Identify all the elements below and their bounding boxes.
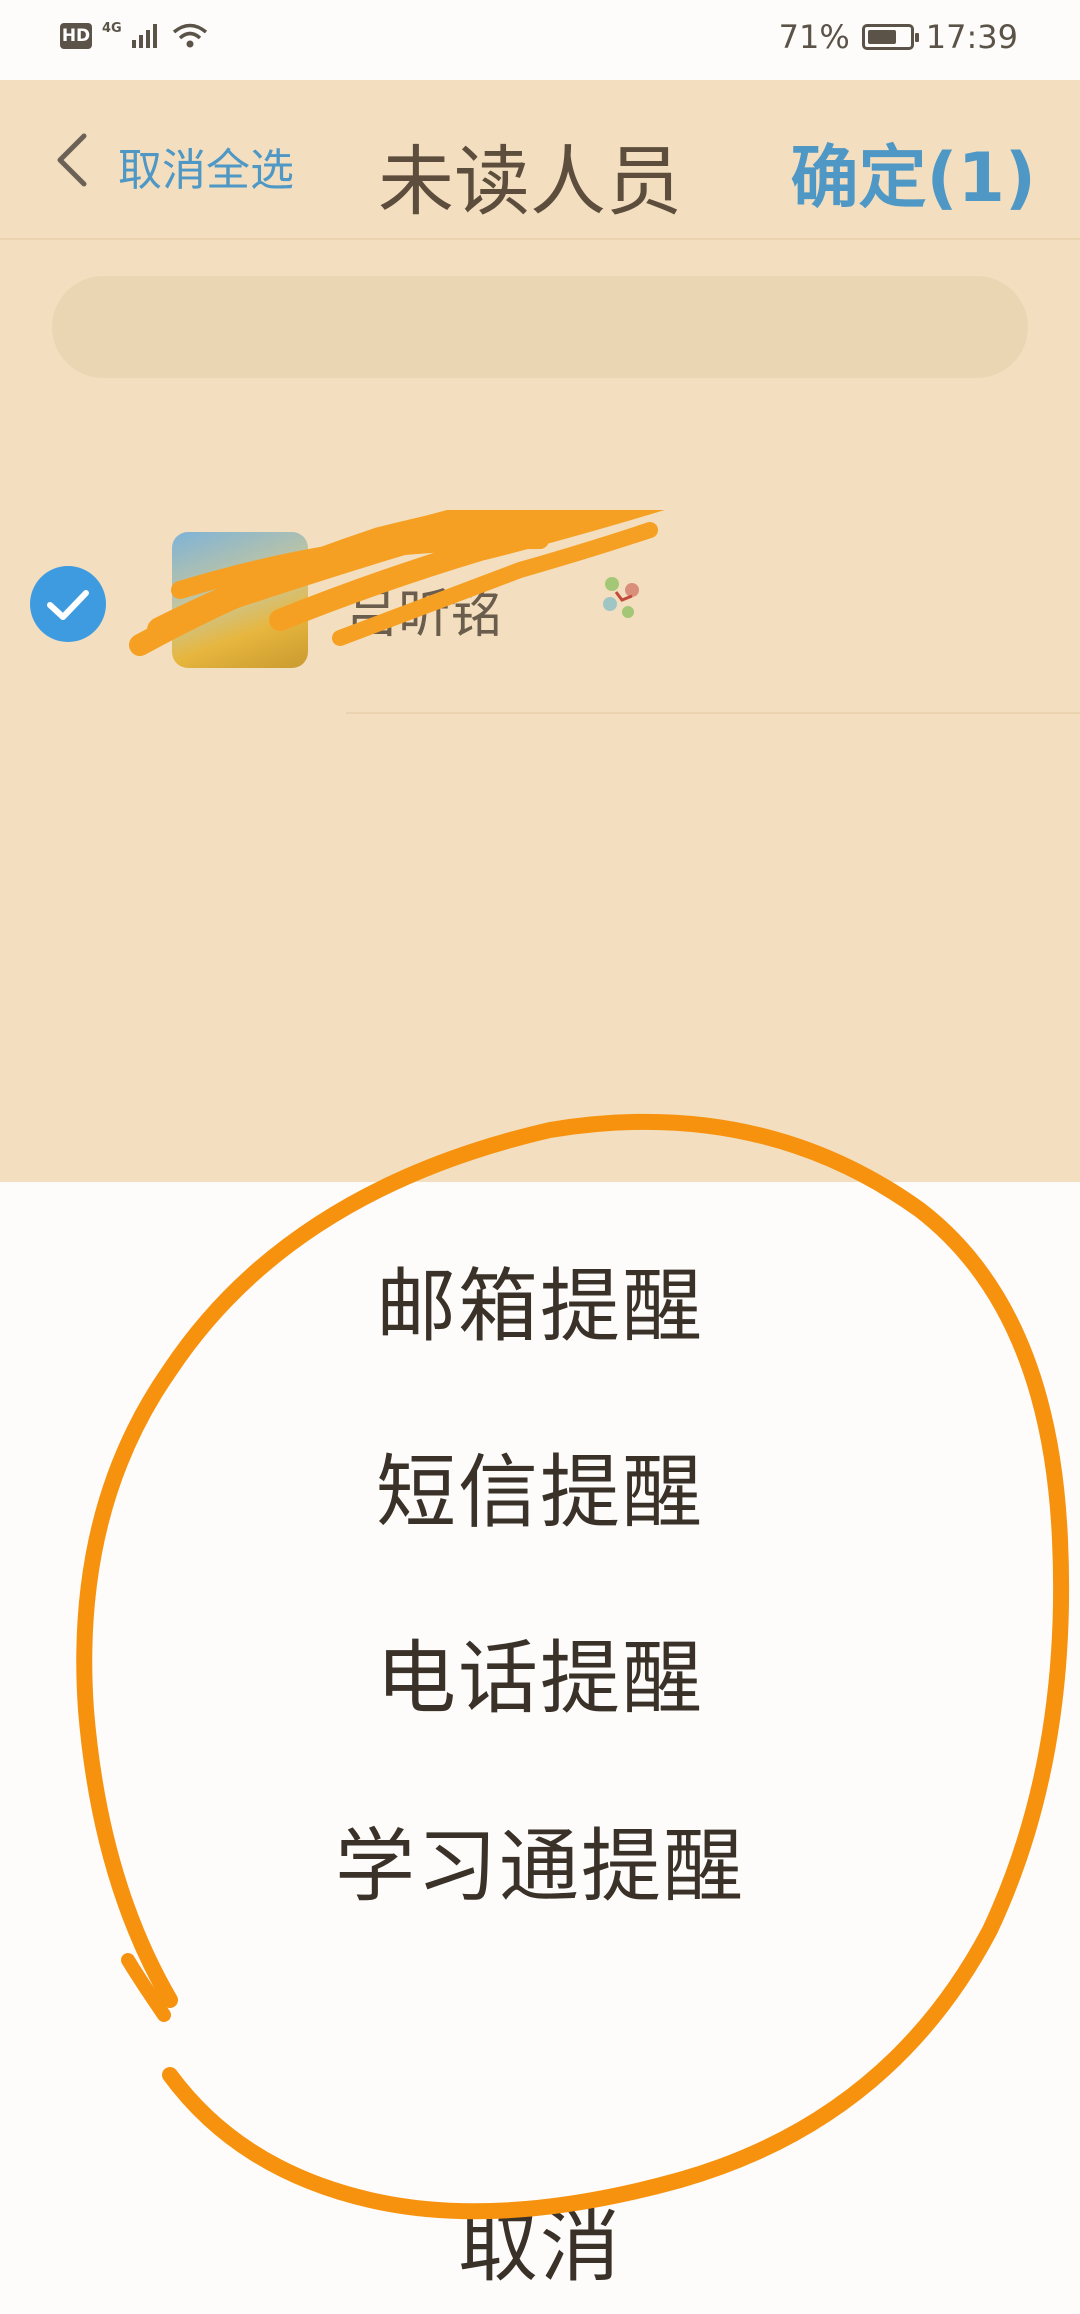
status-right: 71% 17:39 <box>779 18 1018 56</box>
battery-icon <box>861 24 919 50</box>
sms-reminder-option[interactable]: 短信提醒 <box>0 1428 1080 1544</box>
battery-level <box>867 30 897 44</box>
signal-icon <box>131 24 157 48</box>
email-reminder-option[interactable]: 邮箱提醒 <box>0 1242 1080 1358</box>
cancel-button[interactable]: 取消 <box>0 2182 1080 2298</box>
dimmed-backdrop[interactable]: 取消全选 未读人员 确定(1) 吕昕铭 <box>0 80 1080 1182</box>
wifi-icon <box>172 23 207 48</box>
network-type: 4G <box>102 20 122 36</box>
nav-bar: 取消全选 未读人员 确定(1) <box>0 80 1080 240</box>
confirm-button[interactable]: 确定(1) <box>791 122 1036 221</box>
search-input[interactable] <box>52 276 1028 378</box>
phone-reminder-option[interactable]: 电话提醒 <box>0 1614 1080 1730</box>
list-item[interactable]: 吕昕铭 <box>0 460 1080 668</box>
xuexitong-reminder-option[interactable]: 学习通提醒 <box>0 1802 1080 1918</box>
hd-badge: HD <box>60 23 92 49</box>
battery-percent: 71% <box>778 18 850 56</box>
redaction-scribble <box>129 510 665 656</box>
clock: 17:39 <box>925 18 1018 56</box>
status-left: HD 4G <box>60 20 208 50</box>
action-sheet: 邮箱提醒 短信提醒 电话提醒 学习通提醒 取消 <box>0 1182 1080 2314</box>
status-bar: HD 4G 71% 17:39 <box>0 0 1080 80</box>
row-divider <box>346 712 1080 714</box>
checkbox-checked-icon[interactable] <box>28 564 108 644</box>
